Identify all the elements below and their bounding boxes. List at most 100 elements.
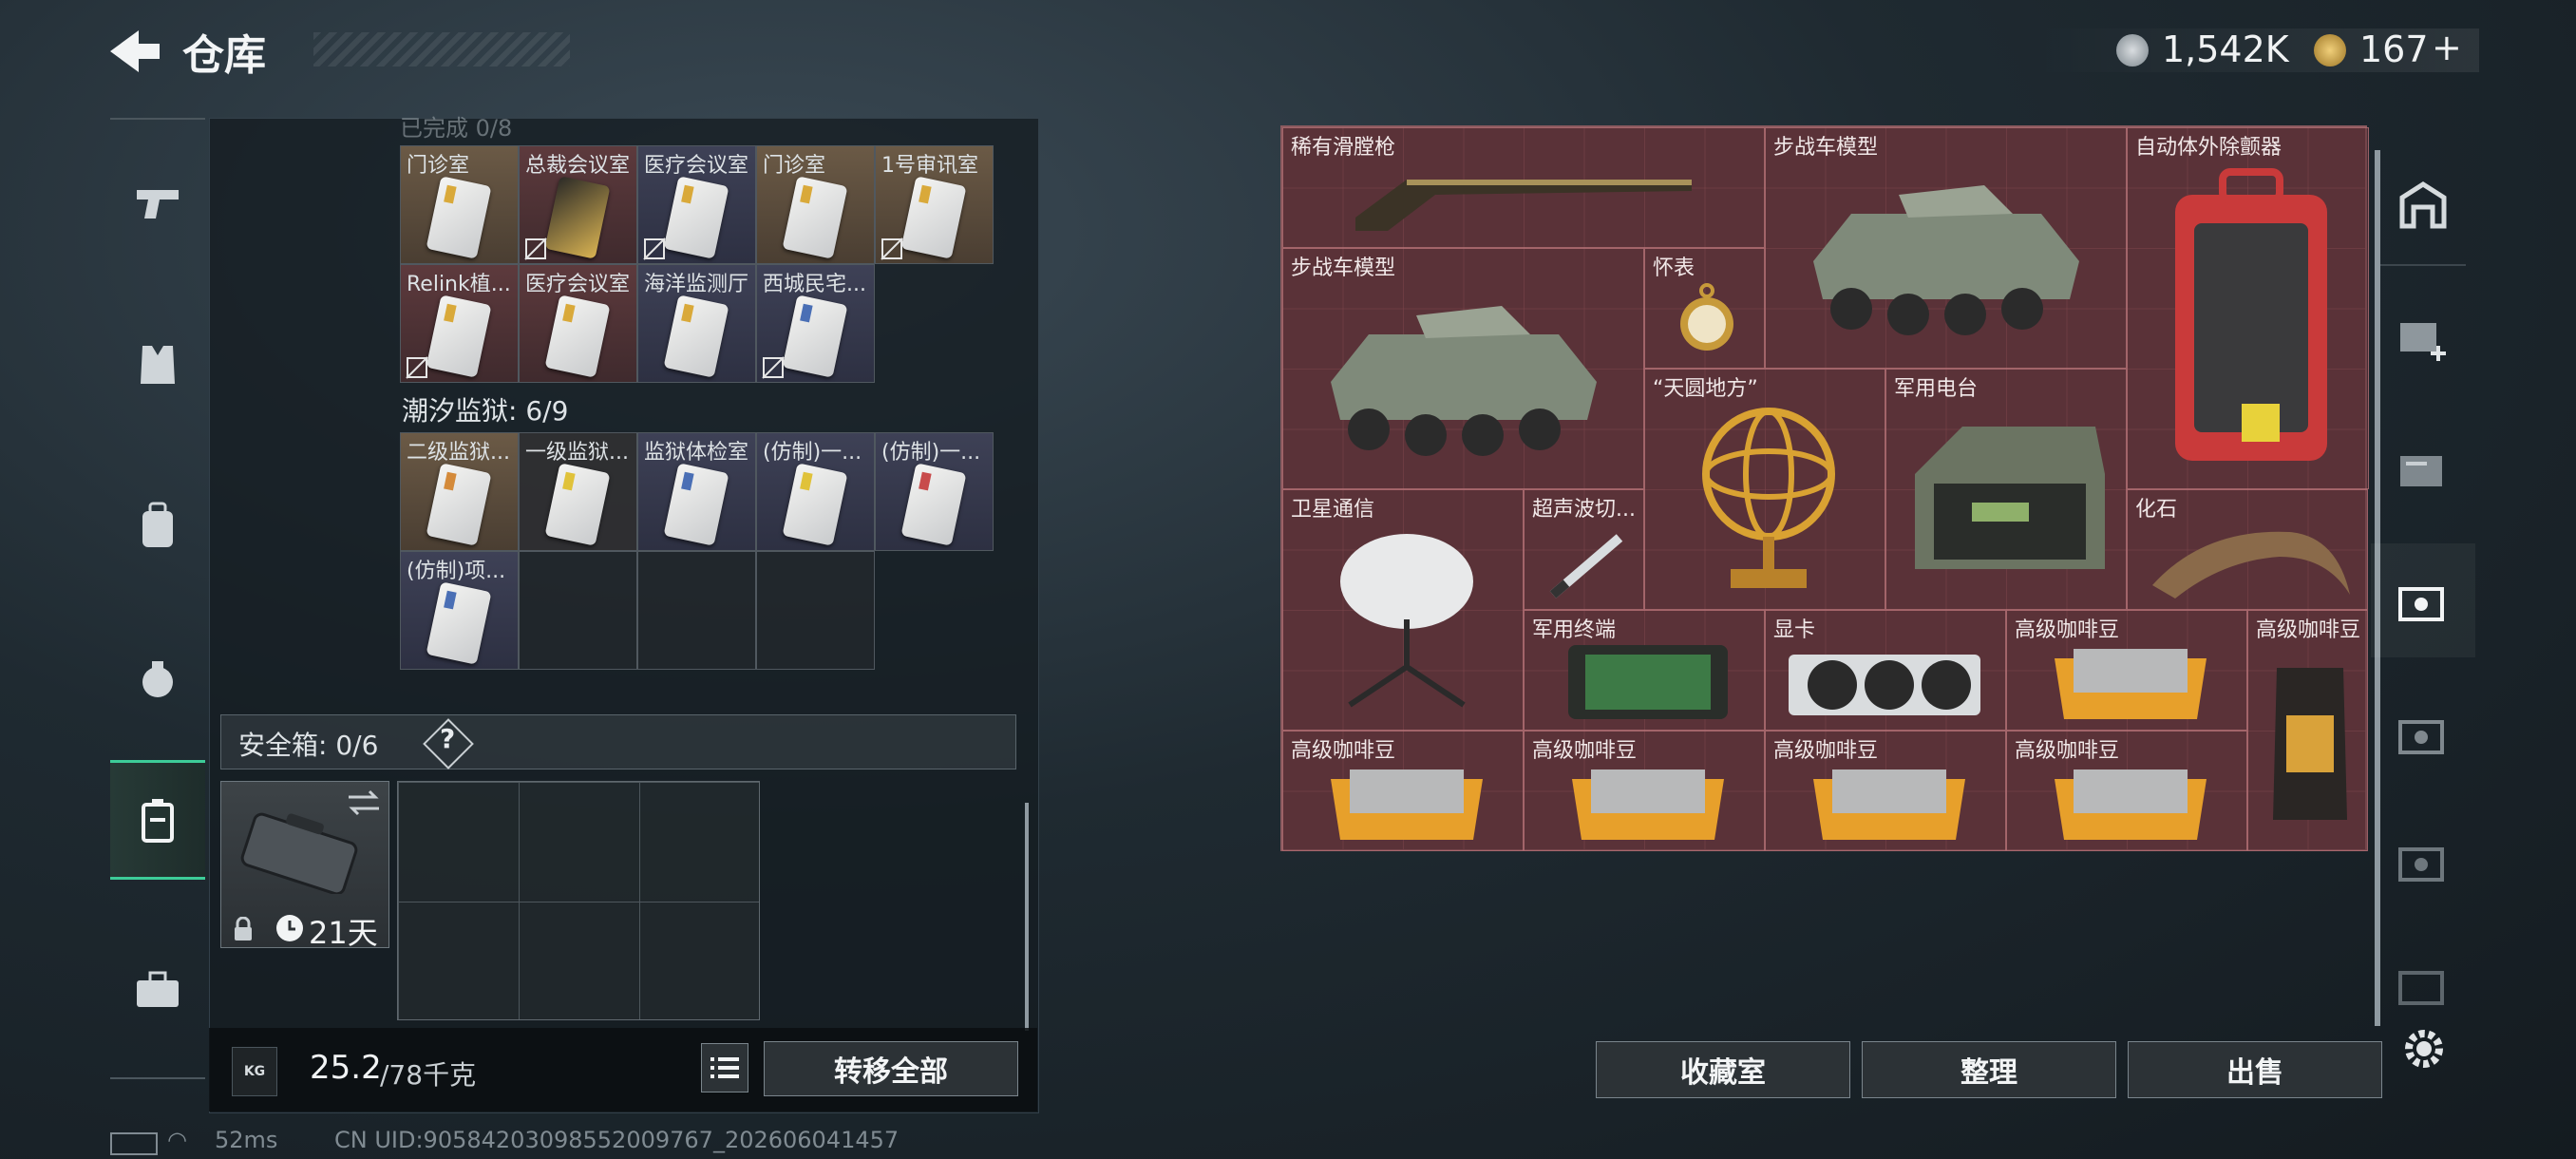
nav-armor[interactable]: [110, 308, 205, 422]
keycard-icon: [663, 294, 729, 378]
help-label: ?: [440, 723, 456, 754]
weight-icon: KG: [232, 1047, 277, 1096]
stash-item-musket[interactable]: 稀有滑膛枪: [1282, 127, 1765, 248]
keycard-slot[interactable]: 西城民宅...: [756, 264, 875, 383]
nav-toolbox[interactable]: [110, 933, 205, 1047]
keycard-slot[interactable]: 医疗会议室: [519, 264, 637, 383]
keycard-slot[interactable]: Relink植...: [400, 264, 519, 383]
kg-badge: KG: [243, 1064, 266, 1079]
no-transfer-icon: [406, 356, 428, 379]
keycard-slot[interactable]: 门诊室: [756, 145, 875, 264]
list-icon: [710, 1057, 739, 1078]
nav-weapons[interactable]: [110, 146, 205, 260]
weight-bar: KG 25.2 /78千克 转移全部: [209, 1028, 1037, 1112]
sort-button[interactable]: 整理: [1862, 1041, 2116, 1098]
keycard-slot[interactable]: (仿制)一...: [756, 432, 875, 551]
stash-item-ifv-model[interactable]: 步战车模型: [1765, 127, 2127, 369]
stash-item-fossil[interactable]: 化石: [2127, 489, 2368, 610]
safe-case-slot[interactable]: 21天: [220, 781, 389, 951]
keycard-slot[interactable]: (仿制)一...: [875, 432, 994, 551]
swap-icon[interactable]: [347, 789, 381, 816]
armillary-sphere-icon: [1702, 408, 1835, 588]
military-radio-icon: [1915, 427, 2105, 569]
keycard-label: (仿制)一...: [881, 441, 981, 465]
toolbox-icon: [137, 971, 179, 1007]
keycard-slot[interactable]: 海洋监测厅: [637, 264, 756, 383]
stash-item-ifv-model[interactable]: 步战车模型: [1282, 248, 1644, 489]
keycard-slot[interactable]: 医疗会议室: [637, 145, 756, 264]
stash-page-icon: [2398, 971, 2444, 1005]
list-view-button[interactable]: [701, 1043, 748, 1092]
keycard-slot[interactable]: (仿制)项...: [400, 551, 519, 670]
nav-backpack[interactable]: [110, 469, 205, 583]
graphics-card-icon: [1789, 655, 1980, 715]
keycard-label: 西城民宅...: [763, 273, 866, 296]
add-gold-button[interactable]: +: [2432, 27, 2462, 68]
stash-item-coffee-beans[interactable]: 高级咖啡豆: [1524, 731, 1765, 851]
coffee-bag-icon: [1813, 770, 1965, 840]
stash-tab-5-active[interactable]: [2371, 543, 2475, 657]
safe-box-icon: [142, 799, 174, 843]
stash-page-icon: [2398, 720, 2444, 754]
keycard-slot[interactable]: 1号审讯室: [875, 145, 994, 264]
keycard-icon: [426, 294, 492, 378]
no-transfer-icon: [524, 238, 547, 260]
coffee-bag-icon: [2273, 668, 2347, 820]
keycard-slot[interactable]: 监狱体检室: [637, 432, 756, 551]
stash-item-satellite-comm[interactable]: 卫星通信: [1282, 489, 1524, 731]
keycard-icon: [782, 294, 848, 378]
pocket-watch-icon: [1680, 283, 1733, 351]
keycard-icon: [426, 581, 492, 665]
stash-grid: 稀有滑膛枪 步战车模型 自动体外除颤器 步战车模型 怀表 “天圆地方” 军用电台…: [1280, 125, 2369, 851]
satellite-dish-icon: [1340, 534, 1473, 708]
keycard-icon: [782, 463, 848, 546]
keycard-icon: [426, 176, 492, 259]
keycard-slot[interactable]: 门诊室: [400, 145, 519, 264]
stash-tab-4[interactable]: [2371, 410, 2475, 524]
item-label: 高级咖啡豆: [2256, 618, 2361, 642]
transfer-all-button[interactable]: 转移全部: [764, 1041, 1018, 1096]
sell-button[interactable]: 出售: [2128, 1041, 2382, 1098]
keycard-slot[interactable]: 一级监狱...: [519, 432, 637, 551]
stash-item-coffee-beans[interactable]: 高级咖啡豆: [2247, 610, 2368, 851]
nav-rig[interactable]: [110, 621, 205, 735]
case-duration: 21天: [309, 915, 378, 951]
collection-room-button[interactable]: 收藏室: [1596, 1041, 1850, 1098]
stash-item-coffee-beans[interactable]: 高级咖啡豆: [1282, 731, 1524, 851]
scrollbar[interactable]: [1025, 803, 1029, 1031]
stash-tab-7[interactable]: [2371, 804, 2475, 918]
backpack-icon: [142, 502, 173, 547]
stash-item-graphics-card[interactable]: 显卡: [1765, 610, 2006, 731]
keycard-label: 医疗会议室: [644, 154, 749, 178]
wifi-icon: ◠: [167, 1127, 187, 1153]
keycard-icon: [544, 294, 611, 378]
keycard-slot[interactable]: 二级监狱...: [400, 432, 519, 551]
stash-item-coffee-beans[interactable]: 高级咖啡豆: [2006, 731, 2247, 851]
no-transfer-icon: [643, 238, 666, 260]
safe-box-grid[interactable]: [397, 781, 760, 1020]
keycard-slot[interactable]: 总裁会议室: [519, 145, 637, 264]
stash-tab-main[interactable]: [2371, 148, 2475, 262]
settings-button[interactable]: [2397, 1022, 2451, 1075]
stash-item-coffee-beans[interactable]: 高级咖啡豆: [2006, 610, 2247, 731]
stash-item-coffee-beans[interactable]: 高级咖啡豆: [1765, 731, 2006, 851]
stash-tab-6[interactable]: [2371, 676, 2475, 790]
nav-safe-box[interactable]: [110, 760, 205, 880]
warehouse-icon: [2399, 181, 2447, 229]
item-label: 自动体外除颤器: [2135, 136, 2282, 160]
stash-item-armillary[interactable]: “天圆地方”: [1644, 369, 1885, 610]
stash-page-icon: [2400, 456, 2442, 486]
gold-coin-icon: [2314, 34, 2346, 66]
keycard-icon: [426, 463, 492, 546]
item-label: 卫星通信: [1291, 498, 1375, 522]
stash-item-pocket-watch[interactable]: 怀表: [1644, 248, 1765, 369]
stash-tab-add[interactable]: [2371, 277, 2475, 391]
stash-item-ultrasonic-cutter[interactable]: 超声波切...: [1524, 489, 1644, 610]
stash-item-aed[interactable]: 自动体外除颤器: [2127, 127, 2369, 489]
section-progress-label: 已完成 0/8: [400, 115, 513, 142]
keycard-label: 总裁会议室: [525, 154, 631, 178]
back-button[interactable]: [106, 27, 163, 76]
stash-item-military-terminal[interactable]: 军用终端: [1524, 610, 1765, 731]
stash-item-military-radio[interactable]: 军用电台: [1885, 369, 2127, 610]
keycard-icon: [544, 176, 611, 259]
